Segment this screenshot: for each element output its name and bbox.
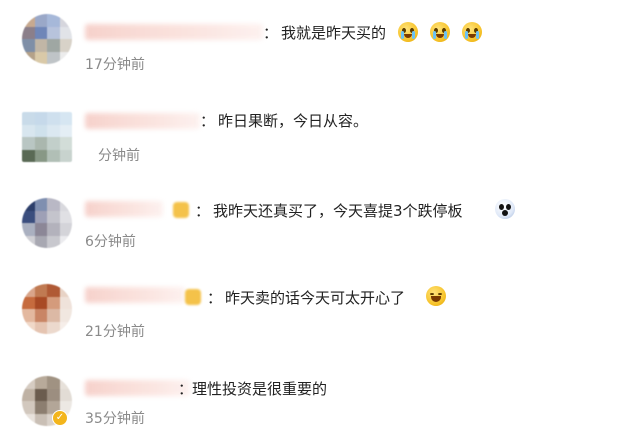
comment-item: ✓ ： 理性投资是很重要的 35分钟前 — [0, 340, 640, 427]
username[interactable] — [85, 287, 185, 303]
user-badge-icon — [173, 202, 189, 218]
username[interactable] — [85, 380, 190, 396]
loudly-crying-emoji — [430, 22, 450, 42]
username[interactable] — [85, 113, 200, 129]
timestamp: 6分钟前 — [85, 234, 136, 250]
loudly-crying-emoji — [462, 22, 482, 42]
comment-text: 我昨天还真买了，今天喜提3个跌停板 — [213, 202, 463, 220]
comment-text: 昨日果断，今日从容。 — [218, 112, 369, 130]
avatar[interactable] — [22, 14, 72, 64]
timestamp: 35分钟前 — [85, 411, 145, 427]
comment-text: 昨天卖的话今天可太开心了 — [225, 289, 406, 307]
scared-face-emoji — [495, 199, 515, 219]
timestamp: 17分钟前 — [85, 57, 145, 73]
laughing-emoji — [426, 286, 446, 306]
avatar[interactable] — [22, 198, 72, 248]
colon: ： — [263, 24, 279, 42]
username[interactable] — [85, 201, 163, 217]
user-badge-icon — [185, 289, 201, 305]
avatar[interactable] — [22, 112, 72, 162]
comment-item: ： 我就是昨天买的 17分钟前 — [0, 0, 640, 85]
comment-item: ： 昨天卖的话今天可太开心了 21分钟前 — [0, 255, 640, 340]
comment-item: ： 昨日果断，今日从容。 分钟前 — [0, 85, 640, 170]
colon: ： — [178, 380, 194, 398]
colon: ： — [207, 289, 223, 307]
comment-item: ： 我昨天还真买了，今天喜提3个跌停板 6分钟前 — [0, 170, 640, 255]
timestamp: 21分钟前 — [85, 324, 145, 340]
timestamp: 分钟前 — [98, 148, 140, 164]
colon: ： — [195, 202, 211, 220]
comment-text: 我就是昨天买的 — [281, 24, 387, 42]
avatar[interactable] — [22, 284, 72, 334]
username[interactable] — [85, 24, 263, 40]
verified-icon: ✓ — [52, 410, 68, 426]
loudly-crying-emoji — [398, 22, 418, 42]
colon: ： — [200, 112, 216, 130]
comment-text: 理性投资是很重要的 — [192, 380, 328, 398]
